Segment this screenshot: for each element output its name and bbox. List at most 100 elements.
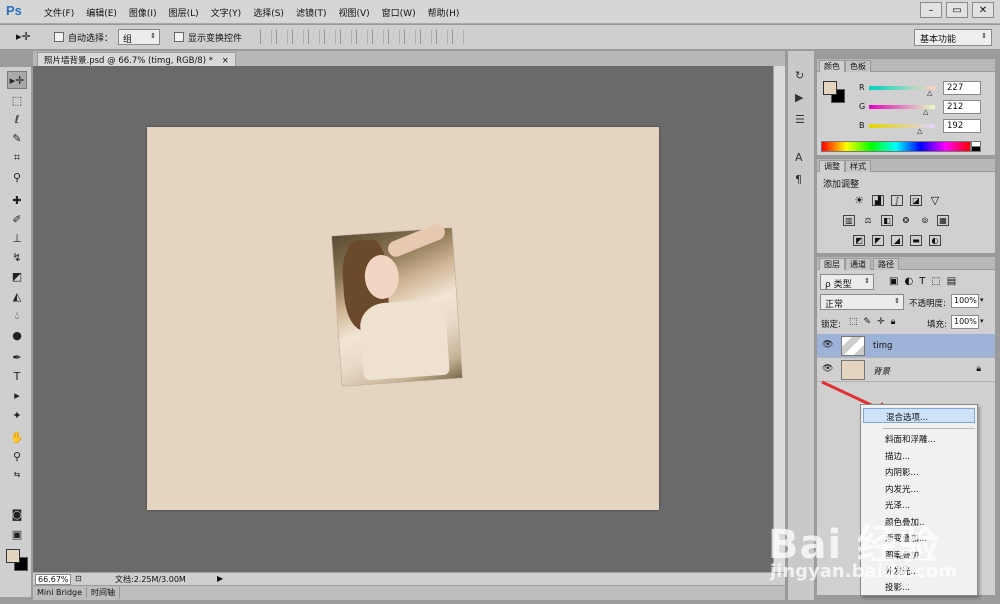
document-tab[interactable]: 照片墙背景.psd @ 66.7% (timg, RGB/8) * × xyxy=(37,52,236,66)
color-balance-icon[interactable]: ⚖ xyxy=(862,215,874,226)
filter-smart-icon[interactable]: ▤ xyxy=(947,276,956,287)
tab-styles[interactable]: 样式 xyxy=(845,160,871,172)
brightness-icon[interactable]: ☀ xyxy=(853,194,865,207)
filter-pixel-icon[interactable]: ▣ xyxy=(889,276,898,287)
type-tool-icon[interactable]: T xyxy=(7,367,27,385)
menu-filter[interactable]: 滤镜(T) xyxy=(290,6,333,19)
distribute-bottom-icon[interactable] xyxy=(388,30,400,44)
distribute-left-icon[interactable] xyxy=(404,30,416,44)
filter-shape-icon[interactable]: ⬚ xyxy=(931,276,940,287)
black-white-ramp[interactable] xyxy=(971,141,981,152)
tab-swatches[interactable]: 色板 xyxy=(845,60,871,72)
healing-brush-tool-icon[interactable]: ✚ xyxy=(7,191,27,209)
close-tab-icon[interactable]: × xyxy=(222,56,229,66)
green-slider-handle-icon[interactable]: △ xyxy=(923,108,928,116)
menu-window[interactable]: 窗口(W) xyxy=(376,6,422,19)
lasso-tool-icon[interactable]: ℓ xyxy=(7,110,27,128)
quick-select-tool-icon[interactable]: ✎ xyxy=(7,129,27,147)
align-bottom-icon[interactable] xyxy=(292,30,304,44)
layer-row-background[interactable]: 👁︎ 背景 🔒︎ xyxy=(817,358,995,382)
menu-image[interactable]: 图像(I) xyxy=(123,6,163,19)
show-transform-checkbox[interactable] xyxy=(174,32,184,42)
fill-arrow-icon[interactable]: ▾ xyxy=(980,317,984,325)
selective-color-icon[interactable]: ◐ xyxy=(929,235,941,246)
actions-panel-icon[interactable]: ▶ xyxy=(795,91,803,104)
visibility-eye-icon[interactable]: 👁︎ xyxy=(822,364,833,374)
auto-select-dropdown[interactable]: 组 ⇕ xyxy=(118,29,160,45)
tab-mini-bridge[interactable]: Mini Bridge xyxy=(33,587,88,598)
layer-filter-dropdown[interactable]: ρ 类型 ⇕ xyxy=(820,274,874,290)
blend-mode-dropdown[interactable]: 正常 ⇕ xyxy=(820,294,904,310)
photo-filter-icon[interactable]: ❂ xyxy=(900,215,912,226)
filter-type-icon[interactable]: T xyxy=(919,276,925,287)
align-hcenter-icon[interactable] xyxy=(324,30,336,44)
menu-select[interactable]: 选择(S) xyxy=(247,6,290,19)
tool-presets-icon[interactable]: ☰ xyxy=(795,113,805,126)
vertical-scrollbar[interactable] xyxy=(773,66,785,572)
threshold-icon[interactable]: ◢ xyxy=(891,235,903,246)
history-panel-icon[interactable]: ↻ xyxy=(795,69,804,82)
workspace-dropdown[interactable]: 基本功能 ⇕ xyxy=(914,29,992,46)
menu-file[interactable]: 文件(F) xyxy=(38,6,80,19)
lock-all-icon[interactable]: 🔒︎ xyxy=(891,317,896,327)
history-brush-tool-icon[interactable]: ↯ xyxy=(7,248,27,266)
tab-adjustments[interactable]: 调整 xyxy=(819,160,845,172)
move-tool-icon[interactable]: ▸✛ xyxy=(7,71,27,89)
red-slider[interactable] xyxy=(869,86,935,90)
path-select-tool-icon[interactable]: ▸ xyxy=(7,386,27,404)
lock-pixels-icon[interactable]: ✎ xyxy=(864,317,872,327)
opacity-field[interactable]: 100% xyxy=(951,294,979,308)
red-value-field[interactable]: 227 xyxy=(943,81,981,95)
brush-tool-icon[interactable]: ✐ xyxy=(7,210,27,228)
filter-adjust-icon[interactable]: ◐ xyxy=(904,276,913,287)
menu-drop-shadow[interactable]: 投影... xyxy=(885,581,910,593)
blue-value-field[interactable]: 192 xyxy=(943,119,981,133)
screen-mode-icon[interactable]: ▣ xyxy=(7,525,27,543)
pen-tool-icon[interactable]: ✒ xyxy=(7,348,27,366)
layer-row-timg[interactable]: 👁︎ timg xyxy=(817,334,995,358)
align-top-icon[interactable] xyxy=(260,30,272,44)
blur-tool-icon[interactable]: 💧︎ xyxy=(7,307,27,325)
status-menu-arrow-icon[interactable]: ▶ xyxy=(217,574,223,583)
align-left-icon[interactable] xyxy=(308,30,320,44)
menu-edit[interactable]: 编辑(E) xyxy=(80,6,123,19)
dodge-tool-icon[interactable]: ● xyxy=(7,326,27,344)
fill-field[interactable]: 100% xyxy=(951,315,979,329)
lock-position-icon[interactable]: ✛ xyxy=(877,317,885,327)
paint-bucket-tool-icon[interactable]: ◭ xyxy=(7,287,27,305)
move-tool-preset-icon[interactable]: ▸✛ xyxy=(16,30,31,43)
exposure-icon[interactable]: ◪ xyxy=(910,195,922,206)
color-lookup-icon[interactable]: ▦ xyxy=(937,215,949,226)
tab-color[interactable]: 颜色 xyxy=(819,60,845,72)
curves-icon[interactable]: ∫ xyxy=(891,195,903,206)
menu-inner-shadow[interactable]: 内阴影... xyxy=(885,466,919,478)
swap-colors-icon[interactable]: ⇆ xyxy=(7,465,27,483)
marquee-tool-icon[interactable]: ⬚ xyxy=(7,91,27,109)
zoom-level-field[interactable]: 66.67% xyxy=(35,574,71,585)
character-panel-icon[interactable]: A xyxy=(795,151,803,164)
blue-slider[interactable] xyxy=(869,124,935,128)
auto-align-icon[interactable] xyxy=(452,30,464,44)
menu-view[interactable]: 视图(V) xyxy=(332,6,375,19)
menu-bevel-emboss[interactable]: 斜面和浮雕... xyxy=(885,433,936,445)
maximize-button[interactable]: ▭ xyxy=(946,2,968,18)
menu-inner-glow[interactable]: 内发光... xyxy=(885,483,919,495)
align-right-icon[interactable] xyxy=(340,30,352,44)
levels-icon[interactable]: ▟ xyxy=(872,195,884,206)
blue-slider-handle-icon[interactable]: △ xyxy=(917,127,922,135)
menu-type[interactable]: 文字(Y) xyxy=(205,6,248,19)
custom-shape-tool-icon[interactable]: ✦ xyxy=(7,406,27,424)
paragraph-panel-icon[interactable]: ¶ xyxy=(795,173,802,186)
posterize-icon[interactable]: ◤ xyxy=(872,235,884,246)
panel-fg-color-swatch[interactable] xyxy=(823,81,837,95)
crop-tool-icon[interactable]: ⌗ xyxy=(7,149,27,167)
vibrance-icon[interactable]: ▽ xyxy=(929,194,941,207)
menu-layer[interactable]: 图层(L) xyxy=(163,6,205,19)
gradient-map-icon[interactable]: ▬ xyxy=(910,235,922,246)
lock-transparency-icon[interactable]: ⬚ xyxy=(849,317,858,327)
zoom-tool-icon[interactable]: ⚲ xyxy=(7,447,27,465)
hue-saturation-icon[interactable]: ▥ xyxy=(843,215,855,226)
menu-help[interactable]: 帮助(H) xyxy=(422,6,466,19)
close-window-button[interactable]: ✕ xyxy=(972,2,994,18)
distribute-top-icon[interactable] xyxy=(356,30,368,44)
